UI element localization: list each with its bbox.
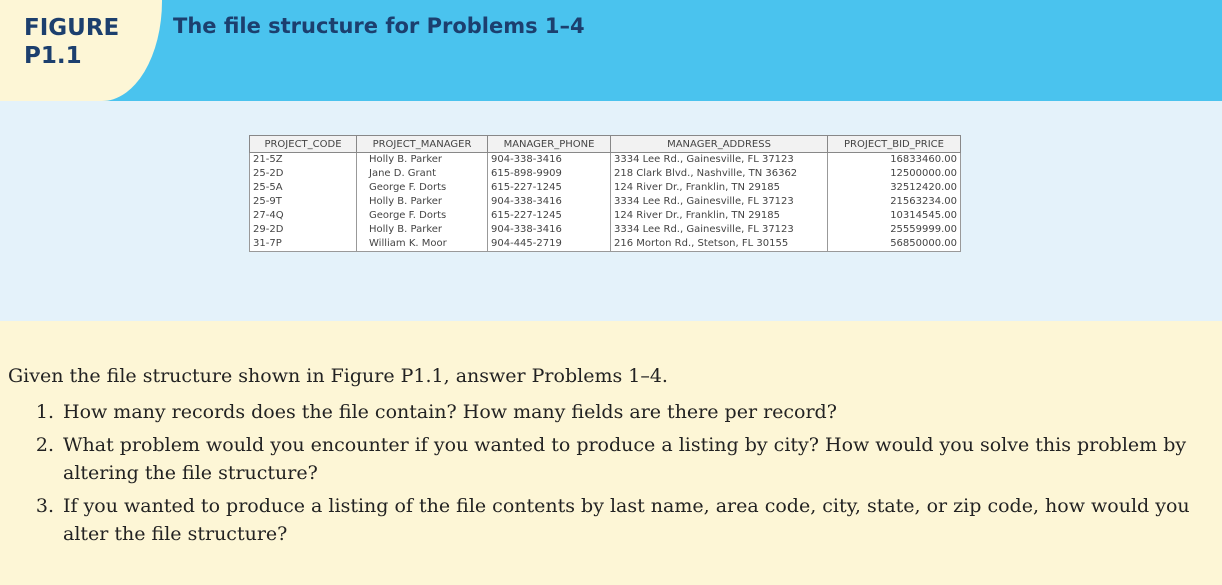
- question-number: 3.: [35, 495, 54, 517]
- question-text: How many records does the file contain? …: [63, 401, 837, 423]
- project-code-cell: 25-5A: [249, 181, 357, 195]
- column-header: MANAGER_PHONE: [487, 135, 611, 153]
- figure-title: The file structure for Problems 1–4: [173, 14, 585, 38]
- project-manager-cell: George F. Dorts: [356, 181, 488, 195]
- column-header: PROJECT_CODE: [249, 135, 357, 153]
- table-row: 27-4Q George F. Dorts 615-227-1245 124 R…: [249, 209, 961, 223]
- project-manager-cell: George F. Dorts: [356, 209, 488, 223]
- table-row: 25-5A George F. Dorts 615-227-1245 124 R…: [249, 181, 961, 195]
- question-text: If you wanted to produce a listing of th…: [63, 495, 1190, 545]
- table-row: 25-9T Holly B. Parker 904-338-3416 3334 …: [249, 195, 961, 209]
- question-number: 2.: [35, 434, 54, 456]
- table-row: 31-7P William K. Moor 904-445-2719 216 M…: [249, 237, 961, 252]
- intro-paragraph: Given the file structure shown in Figure…: [8, 365, 668, 387]
- project-manager-cell: Holly B. Parker: [356, 223, 488, 237]
- column-header: PROJECT_MANAGER: [356, 135, 488, 153]
- project-code-cell: 27-4Q: [249, 209, 357, 223]
- figure-label: FIGURE: [24, 15, 120, 41]
- problem-text: Given the file structure shown in Figure…: [8, 362, 1220, 553]
- bid-price-cell: 16833460.00: [827, 152, 961, 167]
- list-item: 2. What problem would you encounter if y…: [8, 431, 1220, 487]
- table-header-row: PROJECT_CODE PROJECT_MANAGER MANAGER_PHO…: [249, 135, 961, 153]
- manager-address-cell: 218 Clark Blvd., Nashville, TN 36362: [610, 167, 828, 181]
- column-header: PROJECT_BID_PRICE: [827, 135, 961, 153]
- bid-price-cell: 32512420.00: [827, 181, 961, 195]
- question-text: What problem would you encounter if you …: [63, 434, 1187, 484]
- project-code-cell: 31-7P: [249, 237, 357, 252]
- list-item: 1. How many records does the file contai…: [8, 398, 1220, 426]
- table-row: 21-5Z Holly B. Parker 904-338-3416 3334 …: [249, 152, 961, 167]
- manager-address-cell: 3334 Lee Rd., Gainesville, FL 37123: [610, 152, 828, 167]
- figure-number: P1.1: [24, 43, 82, 69]
- bid-price-cell: 10314545.00: [827, 209, 961, 223]
- project-table: PROJECT_CODE PROJECT_MANAGER MANAGER_PHO…: [249, 135, 961, 252]
- manager-address-cell: 216 Morton Rd., Stetson, FL 30155: [610, 237, 828, 252]
- column-header: MANAGER_ADDRESS: [610, 135, 828, 153]
- project-manager-cell: Jane D. Grant: [356, 167, 488, 181]
- manager-phone-cell: 615-227-1245: [487, 209, 611, 223]
- bid-price-cell: 21563234.00: [827, 195, 961, 209]
- table-row: 25-2D Jane D. Grant 615-898-9909 218 Cla…: [249, 167, 961, 181]
- list-item: 3. If you wanted to produce a listing of…: [8, 492, 1220, 548]
- manager-address-cell: 3334 Lee Rd., Gainesville, FL 37123: [610, 223, 828, 237]
- manager-phone-cell: 904-445-2719: [487, 237, 611, 252]
- question-number: 1.: [35, 401, 54, 423]
- manager-address-cell: 124 River Dr., Franklin, TN 29185: [610, 209, 828, 223]
- project-manager-cell: Holly B. Parker: [356, 152, 488, 167]
- manager-phone-cell: 615-898-9909: [487, 167, 611, 181]
- question-list: 1. How many records does the file contai…: [8, 398, 1220, 548]
- project-code-cell: 29-2D: [249, 223, 357, 237]
- manager-phone-cell: 615-227-1245: [487, 181, 611, 195]
- project-code-cell: 25-2D: [249, 167, 357, 181]
- manager-phone-cell: 904-338-3416: [487, 223, 611, 237]
- manager-address-cell: 124 River Dr., Franklin, TN 29185: [610, 181, 828, 195]
- project-code-cell: 21-5Z: [249, 152, 357, 167]
- bid-price-cell: 12500000.00: [827, 167, 961, 181]
- project-manager-cell: William K. Moor: [356, 237, 488, 252]
- bid-price-cell: 25559999.00: [827, 223, 961, 237]
- manager-phone-cell: 904-338-3416: [487, 152, 611, 167]
- manager-phone-cell: 904-338-3416: [487, 195, 611, 209]
- project-code-cell: 25-9T: [249, 195, 357, 209]
- project-manager-cell: Holly B. Parker: [356, 195, 488, 209]
- manager-address-cell: 3334 Lee Rd., Gainesville, FL 37123: [610, 195, 828, 209]
- bid-price-cell: 56850000.00: [827, 237, 961, 252]
- table-row: 29-2D Holly B. Parker 904-338-3416 3334 …: [249, 223, 961, 237]
